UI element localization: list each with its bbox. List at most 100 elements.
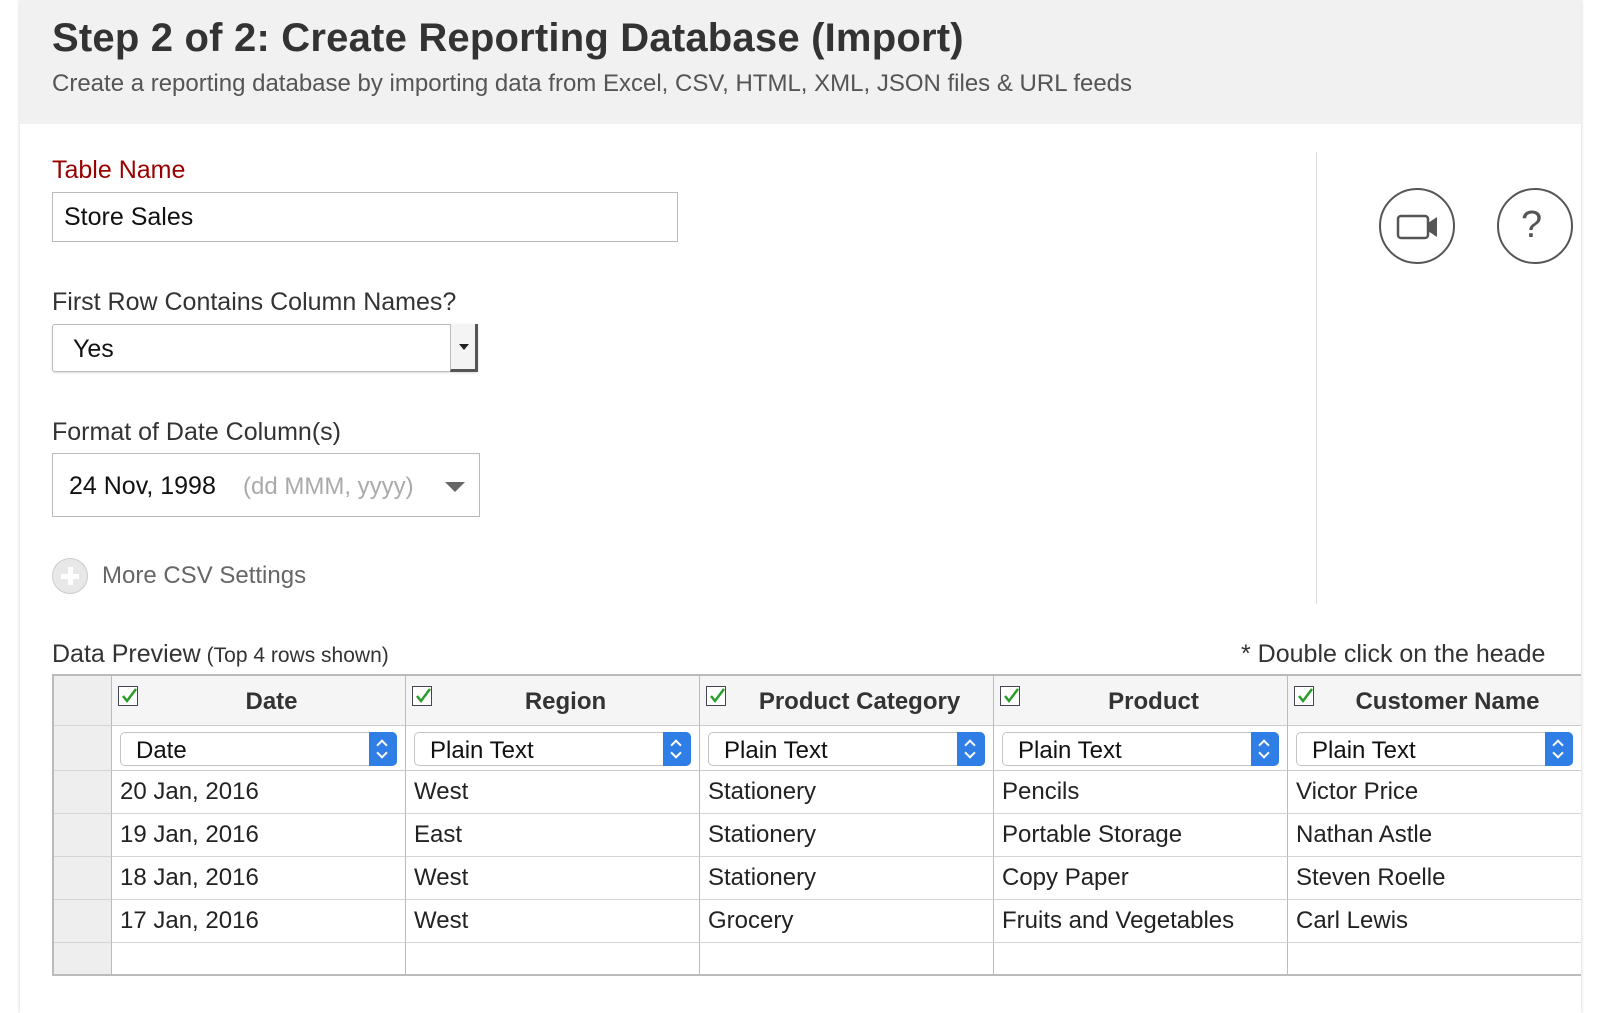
row-header-corner — [54, 676, 112, 726]
video-camera-icon — [1396, 214, 1437, 240]
column-include-checkbox[interactable] — [706, 686, 726, 706]
column-include-checkbox[interactable] — [1000, 686, 1020, 706]
date-format-select[interactable]: 24 Nov, 1998 (dd MMM, yyyy) — [52, 453, 480, 517]
up-down-arrows-icon — [1251, 732, 1279, 766]
column-type-cell: Plain Text — [1288, 726, 1581, 771]
vertical-divider — [1316, 152, 1317, 604]
column-header[interactable]: Region — [406, 676, 700, 726]
table-cell: 18 Jan, 2016 — [112, 857, 406, 900]
checkmark-icon — [122, 688, 137, 704]
table-cell: Grocery — [700, 900, 994, 943]
cell-value: Fruits and Vegetables — [1002, 907, 1235, 934]
import-panel: Step 2 of 2: Create Reporting Database (… — [20, 0, 1581, 1013]
table-cell: East — [406, 814, 700, 857]
checkmark-icon — [416, 688, 431, 704]
table-cell: Stationery — [700, 771, 994, 814]
row-header — [54, 900, 112, 943]
cell-value: Stationery — [708, 864, 817, 891]
checkmark-icon — [1298, 688, 1313, 704]
plus-circle-icon — [52, 558, 88, 594]
column-name: Region — [524, 688, 607, 715]
column-type-value: Plain Text — [430, 737, 534, 764]
column-name: Customer Name — [1355, 688, 1540, 715]
row-header — [54, 857, 112, 900]
question-mark-icon: ? — [1521, 204, 1543, 246]
column-type-cell: Plain Text — [406, 726, 700, 771]
column-name: Product Category — [758, 688, 961, 715]
header-hint-note: * Double click on the heade — [1241, 640, 1546, 668]
more-csv-settings-toggle[interactable]: More CSV Settings — [52, 556, 306, 596]
cell-value: Pencils — [1002, 778, 1080, 805]
column-name: Product — [1108, 688, 1199, 715]
table-cell: Fruits and Vegetables — [994, 900, 1288, 943]
date-format-hint: (dd MMM, yyyy) — [243, 473, 414, 500]
first-row-selected-value: Yes — [73, 335, 114, 363]
table-cell: 19 Jan, 2016 — [112, 814, 406, 857]
cell-value: West — [414, 778, 469, 805]
table-cell: 17 Jan, 2016 — [112, 900, 406, 943]
cell-value: Grocery — [708, 907, 794, 934]
column-include-checkbox[interactable] — [1294, 686, 1314, 706]
column-type-cell: Date — [112, 726, 406, 771]
column-include-checkbox[interactable] — [412, 686, 432, 706]
cell-value: 19 Jan, 2016 — [120, 821, 259, 848]
row-header — [54, 943, 112, 974]
up-down-arrows-icon — [957, 732, 985, 766]
table-cell: Pencils — [994, 771, 1288, 814]
table-name-label: Table Name — [52, 156, 186, 184]
column-include-checkbox[interactable] — [118, 686, 138, 706]
column-type-cell: Plain Text — [994, 726, 1288, 771]
table-cell: West — [406, 900, 700, 943]
cell-value: 17 Jan, 2016 — [120, 907, 259, 934]
column-name: Date — [245, 688, 298, 715]
table-cell — [700, 943, 994, 974]
first-row-select[interactable]: Yes — [52, 324, 478, 372]
cell-value: East — [414, 821, 463, 848]
column-header[interactable]: Product — [994, 676, 1288, 726]
data-preview-title: Data Preview — [52, 640, 201, 668]
cell-value: Portable Storage — [1002, 821, 1183, 848]
table-name-input[interactable] — [52, 192, 678, 242]
column-type-select[interactable]: Plain Text — [1002, 732, 1279, 766]
row-header — [54, 814, 112, 857]
column-type-value: Plain Text — [1312, 737, 1416, 764]
table-cell: 20 Jan, 2016 — [112, 771, 406, 814]
cell-value: West — [414, 907, 469, 934]
up-down-arrows-icon — [1545, 732, 1573, 766]
dropdown-arrow-icon — [450, 324, 478, 372]
column-header[interactable]: Product Category — [700, 676, 994, 726]
table-cell: Stationery — [700, 814, 994, 857]
checkmark-icon — [1004, 688, 1019, 704]
table-cell: Victor Price — [1288, 771, 1581, 814]
cell-value: Carl Lewis — [1296, 907, 1409, 934]
data-preview-heading: Data Preview (Top 4 rows shown) — [52, 640, 389, 669]
row-header-type — [54, 726, 112, 771]
page-header: Step 2 of 2: Create Reporting Database (… — [20, 0, 1581, 124]
column-type-select[interactable]: Plain Text — [1296, 732, 1573, 766]
chevron-down-icon — [445, 482, 465, 492]
table-cell — [1288, 943, 1581, 974]
column-type-select[interactable]: Date — [120, 732, 397, 766]
cell-value: Nathan Astle — [1296, 821, 1433, 848]
up-down-arrows-icon — [369, 732, 397, 766]
column-type-value: Plain Text — [724, 737, 828, 764]
column-type-select[interactable]: Plain Text — [708, 732, 985, 766]
video-tutorial-button[interactable] — [1379, 188, 1455, 264]
cell-value: 20 Jan, 2016 — [120, 778, 259, 805]
column-type-value: Date — [136, 737, 187, 764]
checkmark-icon — [710, 688, 725, 704]
row-header — [54, 771, 112, 814]
date-format-selected-value: 24 Nov, 1998 — [69, 472, 216, 500]
up-down-arrows-icon — [663, 732, 691, 766]
table-cell: West — [406, 857, 700, 900]
cell-value: Victor Price — [1296, 778, 1419, 805]
first-row-label: First Row Contains Column Names? — [52, 288, 457, 316]
help-button[interactable]: ? — [1497, 188, 1573, 264]
column-type-select[interactable]: Plain Text — [414, 732, 691, 766]
column-header[interactable]: Date — [112, 676, 406, 726]
table-cell: Nathan Astle — [1288, 814, 1581, 857]
table-cell — [994, 943, 1288, 974]
table-cell — [112, 943, 406, 974]
page-title: Step 2 of 2: Create Reporting Database (… — [52, 16, 964, 60]
column-header[interactable]: Customer Name — [1288, 676, 1581, 726]
